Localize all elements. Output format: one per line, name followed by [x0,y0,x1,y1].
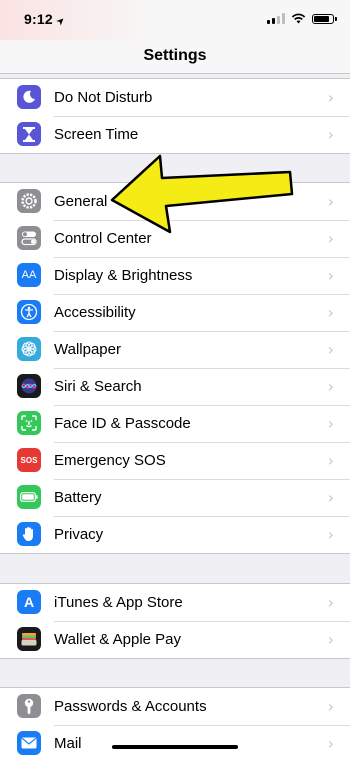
row-label: iTunes & App Store [54,594,183,611]
face-id-icon [17,411,41,435]
chevron-right-icon: › [327,229,334,248]
row-label: Battery [54,489,102,506]
row-label: Do Not Disturb [54,89,153,106]
clock: 9:12 [24,11,53,27]
wifi-icon [291,13,306,24]
chevron-right-icon: › [327,303,334,322]
section-store: A iTunes & App Store › Wallet & Apple Pa… [0,583,350,659]
row-label: Privacy [54,526,104,543]
chevron-right-icon: › [327,340,334,359]
row-mail[interactable]: Mail › [0,725,350,762]
section-accounts: Passwords & Accounts › Mail › [0,687,350,762]
chevron-right-icon: › [327,377,334,396]
sos-glyph: SOS [20,455,38,465]
app-store-glyph: A [23,594,35,610]
status-time: 9:12➤ [24,11,69,29]
chevron-right-icon: › [327,697,334,716]
siri-icon [17,374,41,398]
row-label: Screen Time [54,126,139,143]
yellow-arrow-pointer-icon [110,154,294,234]
row-do-not-disturb[interactable]: Do Not Disturb › [0,79,350,116]
row-privacy[interactable]: Privacy › [0,516,350,553]
chevron-right-icon: › [327,525,334,544]
app-store-icon: A [17,590,41,614]
row-itunes-app-store[interactable]: A iTunes & App Store › [0,584,350,621]
section-focus: Do Not Disturb › Screen Time › [0,78,350,154]
home-indicator[interactable] [112,745,238,749]
chevron-right-icon: › [327,266,334,285]
sos-icon: SOS [17,448,41,472]
chevron-right-icon: › [327,451,334,470]
row-face-id-passcode[interactable]: Face ID & Passcode › [0,405,350,442]
page-title: Settings [143,47,207,64]
chevron-right-icon: › [327,125,334,144]
moon-icon [17,85,41,109]
gear-icon [17,189,41,213]
row-label: Wallet & Apple Pay [54,631,182,648]
row-label: Wallpaper [54,341,121,358]
row-label: Passwords & Accounts [54,698,207,715]
row-emergency-sos[interactable]: SOS Emergency SOS › [0,442,350,479]
row-label: Siri & Search [54,378,142,395]
row-screen-time[interactable]: Screen Time › [0,116,350,153]
row-battery[interactable]: Battery › [0,479,350,516]
row-label: Face ID & Passcode [54,415,191,432]
status-bar: 9:12➤ [0,0,350,40]
row-siri-search[interactable]: Siri & Search › [0,368,350,405]
navigation-bar: Settings [0,40,350,74]
toggles-icon [17,226,41,250]
battery-status-icon [312,13,337,24]
chevron-right-icon: › [327,192,334,211]
text-size-glyph: AA [21,269,37,281]
wallet-icon [17,627,41,651]
location-arrow-icon: ➤ [54,14,69,29]
chevron-right-icon: › [327,488,334,507]
chevron-right-icon: › [327,414,334,433]
flower-icon [17,337,41,361]
chevron-right-icon: › [327,630,334,649]
row-wallpaper[interactable]: Wallpaper › [0,331,350,368]
text-size-icon: AA [17,263,41,287]
hourglass-icon [17,122,41,146]
row-display-brightness[interactable]: AA Display & Brightness › [0,257,350,294]
battery-icon [17,485,41,509]
status-indicators [267,13,337,24]
mail-icon [17,731,41,755]
row-wallet-apple-pay[interactable]: Wallet & Apple Pay › [0,621,350,658]
row-accessibility[interactable]: Accessibility › [0,294,350,331]
row-label: Emergency SOS [54,452,166,469]
accessibility-icon [17,300,41,324]
row-label: Mail [54,735,82,752]
row-passwords-accounts[interactable]: Passwords & Accounts › [0,688,350,725]
row-label: Display & Brightness [54,267,193,284]
chevron-right-icon: › [327,734,334,753]
hand-icon [17,522,41,546]
chevron-right-icon: › [327,88,334,107]
row-label: Accessibility [54,304,136,321]
chevron-right-icon: › [327,593,334,612]
cellular-signal-icon [267,13,285,24]
key-icon [17,694,41,718]
